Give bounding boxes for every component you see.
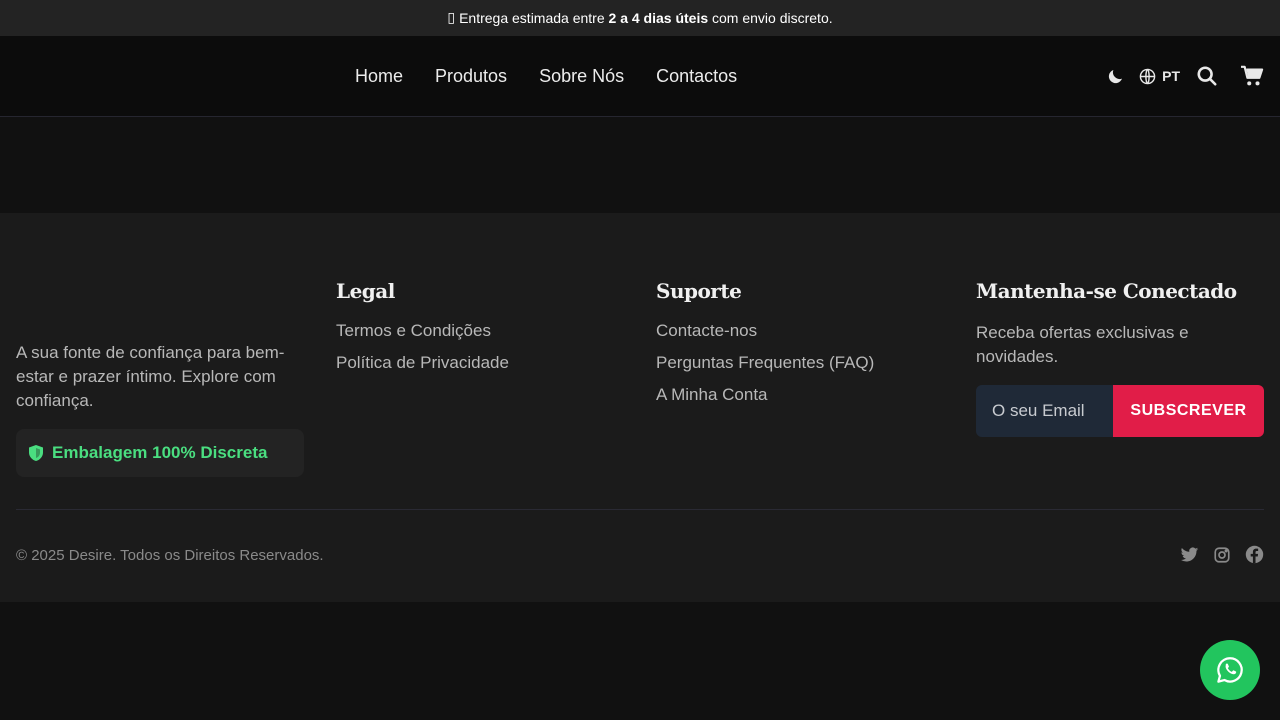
link-minha-conta[interactable]: A Minha Conta [656, 385, 874, 417]
link-privacidade[interactable]: Política de Privacidade [336, 353, 509, 385]
copyright: © 2025 Desire. Todos os Direitos Reserva… [16, 547, 324, 564]
link-contacte-nos[interactable]: Contacte-nos [656, 321, 874, 353]
nav-contactos[interactable]: Contactos [656, 66, 737, 87]
discreet-packaging-badge: Embalagem 100% Discreta [16, 429, 304, 477]
site-header: Home Produtos Sobre Nós Contactos PT [0, 36, 1280, 117]
announcement-bar: ▯ Entrega estimada entre 2 a 4 dias útei… [0, 0, 1280, 36]
whatsapp-icon [1217, 657, 1243, 683]
site-footer: A sua fonte de confiança para bem-estar … [0, 213, 1280, 602]
badge-label: Embalagem 100% Discreta [52, 443, 268, 462]
whatsapp-button[interactable] [1200, 640, 1260, 700]
language-code: PT [1162, 68, 1180, 84]
facebook-icon[interactable] [1245, 545, 1264, 564]
legal-heading: Legal [336, 279, 395, 303]
subscribe-form: SUBSCREVER [976, 385, 1264, 437]
announcement-prefix: Entrega estimada entre [459, 10, 605, 26]
twitter-icon[interactable] [1180, 546, 1199, 563]
newsletter-text: Receba ofertas exclusivas e novidades. [976, 323, 1189, 366]
support-heading: Suporte [656, 279, 742, 303]
cart-icon[interactable] [1240, 65, 1264, 87]
package-icon: ▯ [447, 10, 456, 26]
header-tools: PT [1107, 36, 1264, 116]
social-links [1166, 545, 1264, 564]
announcement-highlight: 2 a 4 dias úteis [608, 10, 709, 26]
shield-icon [28, 444, 44, 462]
email-field[interactable] [976, 385, 1113, 437]
main-nav: Home Produtos Sobre Nós Contactos [355, 36, 737, 116]
newsletter-heading: Mantenha-se Conectado [976, 279, 1237, 303]
language-selector[interactable]: PT [1139, 68, 1180, 85]
nav-produtos[interactable]: Produtos [435, 66, 507, 87]
nav-sobre-nos[interactable]: Sobre Nós [539, 66, 624, 87]
nav-home[interactable]: Home [355, 66, 403, 87]
about-text: A sua fonte de confiança para bem-estar … [16, 343, 285, 410]
search-icon[interactable] [1196, 65, 1218, 87]
link-termos[interactable]: Termos e Condições [336, 321, 509, 353]
footer-divider [16, 509, 1264, 510]
subscribe-button[interactable]: SUBSCREVER [1113, 385, 1264, 437]
link-faq[interactable]: Perguntas Frequentes (FAQ) [656, 353, 874, 385]
announcement-suffix: com envio discreto. [712, 10, 833, 26]
moon-icon[interactable] [1107, 67, 1125, 85]
instagram-icon[interactable] [1213, 546, 1231, 564]
globe-icon [1139, 68, 1156, 85]
